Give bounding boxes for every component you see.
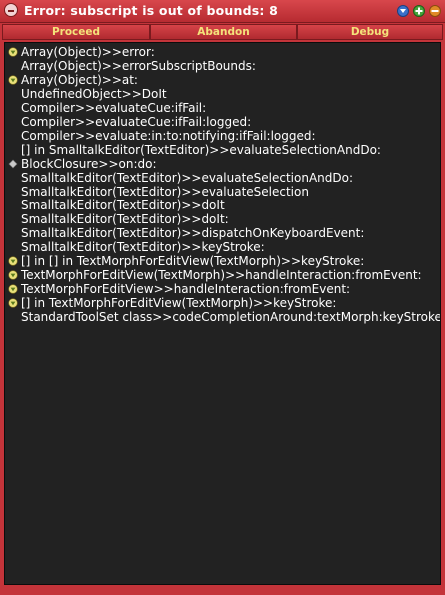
button-bar: Proceed Abandon Debug — [2, 24, 443, 41]
title-bar[interactable]: Error: subscript is out of bounds: 8 — [0, 0, 445, 23]
stack-frame-label: [] in TextMorphForEditView(TextMorph)>>k… — [21, 296, 337, 311]
window-title: Error: subscript is out of bounds: 8 — [24, 3, 279, 18]
stack-frame-label: Compiler>>evaluate:in:to:notifying:ifFai… — [21, 128, 316, 143]
stack-frame-label: SmalltalkEditor(TextEditor)>>doIt: — [21, 212, 229, 227]
stack-frame-label: BlockClosure>>on:do: — [21, 156, 157, 171]
proceed-button[interactable]: Proceed — [2, 24, 150, 40]
stack-frame-label: Compiler>>evaluateCue:ifFail: — [21, 100, 207, 115]
stack-frame-label: Array(Object)>>errorSubscriptBounds: — [21, 58, 256, 73]
stack-frame-label: SmalltalkEditor(TextEditor)>>evaluateSel… — [21, 184, 309, 199]
warning-icon — [8, 298, 18, 308]
stack-frame-label: TextMorphForEditView>>handleInteraction:… — [21, 282, 351, 297]
stack-frame-label: Array(Object)>>error: — [21, 45, 155, 59]
close-icon[interactable] — [429, 5, 441, 17]
stack-frame-label: TextMorphForEditView(TextMorph)>>handleI… — [21, 268, 422, 283]
abandon-button[interactable]: Abandon — [150, 24, 297, 40]
warning-icon — [8, 284, 18, 294]
warning-icon — [8, 47, 18, 57]
warning-icon — [8, 256, 18, 266]
stack-frame-label: SmalltalkEditor(TextEditor)>>doIt — [21, 198, 225, 213]
stack-frame-label: StandardToolSet class>>codeCompletionAro… — [21, 310, 441, 325]
stack-frame-label: Compiler>>evaluateCue:ifFail:logged: — [21, 114, 252, 129]
debug-button[interactable]: Debug — [297, 24, 443, 40]
collapse-icon[interactable] — [397, 5, 409, 17]
stack-frame-label: [] in SmalltalkEditor(TextEditor)>>evalu… — [21, 142, 381, 157]
stack-frame-label: [] in [] in TextMorphForEditView(TextMor… — [21, 254, 365, 269]
diamond-icon — [8, 159, 18, 169]
warning-icon — [8, 270, 18, 280]
expand-icon[interactable] — [413, 5, 425, 17]
stack-frame-label: SmalltalkEditor(TextEditor)>>dispatchOnK… — [21, 226, 365, 241]
debugger-window: Error: subscript is out of bounds: 8 Pro… — [0, 0, 445, 595]
window-menu-icon[interactable] — [4, 3, 18, 17]
stack-frame-label: SmalltalkEditor(TextEditor)>>keyStroke: — [21, 240, 265, 255]
stack-frame-label: SmalltalkEditor(TextEditor)>>evaluateSel… — [21, 170, 354, 185]
stack-frame-label: Array(Object)>>at: — [21, 72, 138, 87]
stack-list[interactable]: Array(Object)>>error: Array(Object)>>erro… — [4, 42, 441, 585]
warning-icon — [8, 75, 18, 85]
stack-frame-label: UndefinedObject>>DoIt — [21, 86, 167, 101]
